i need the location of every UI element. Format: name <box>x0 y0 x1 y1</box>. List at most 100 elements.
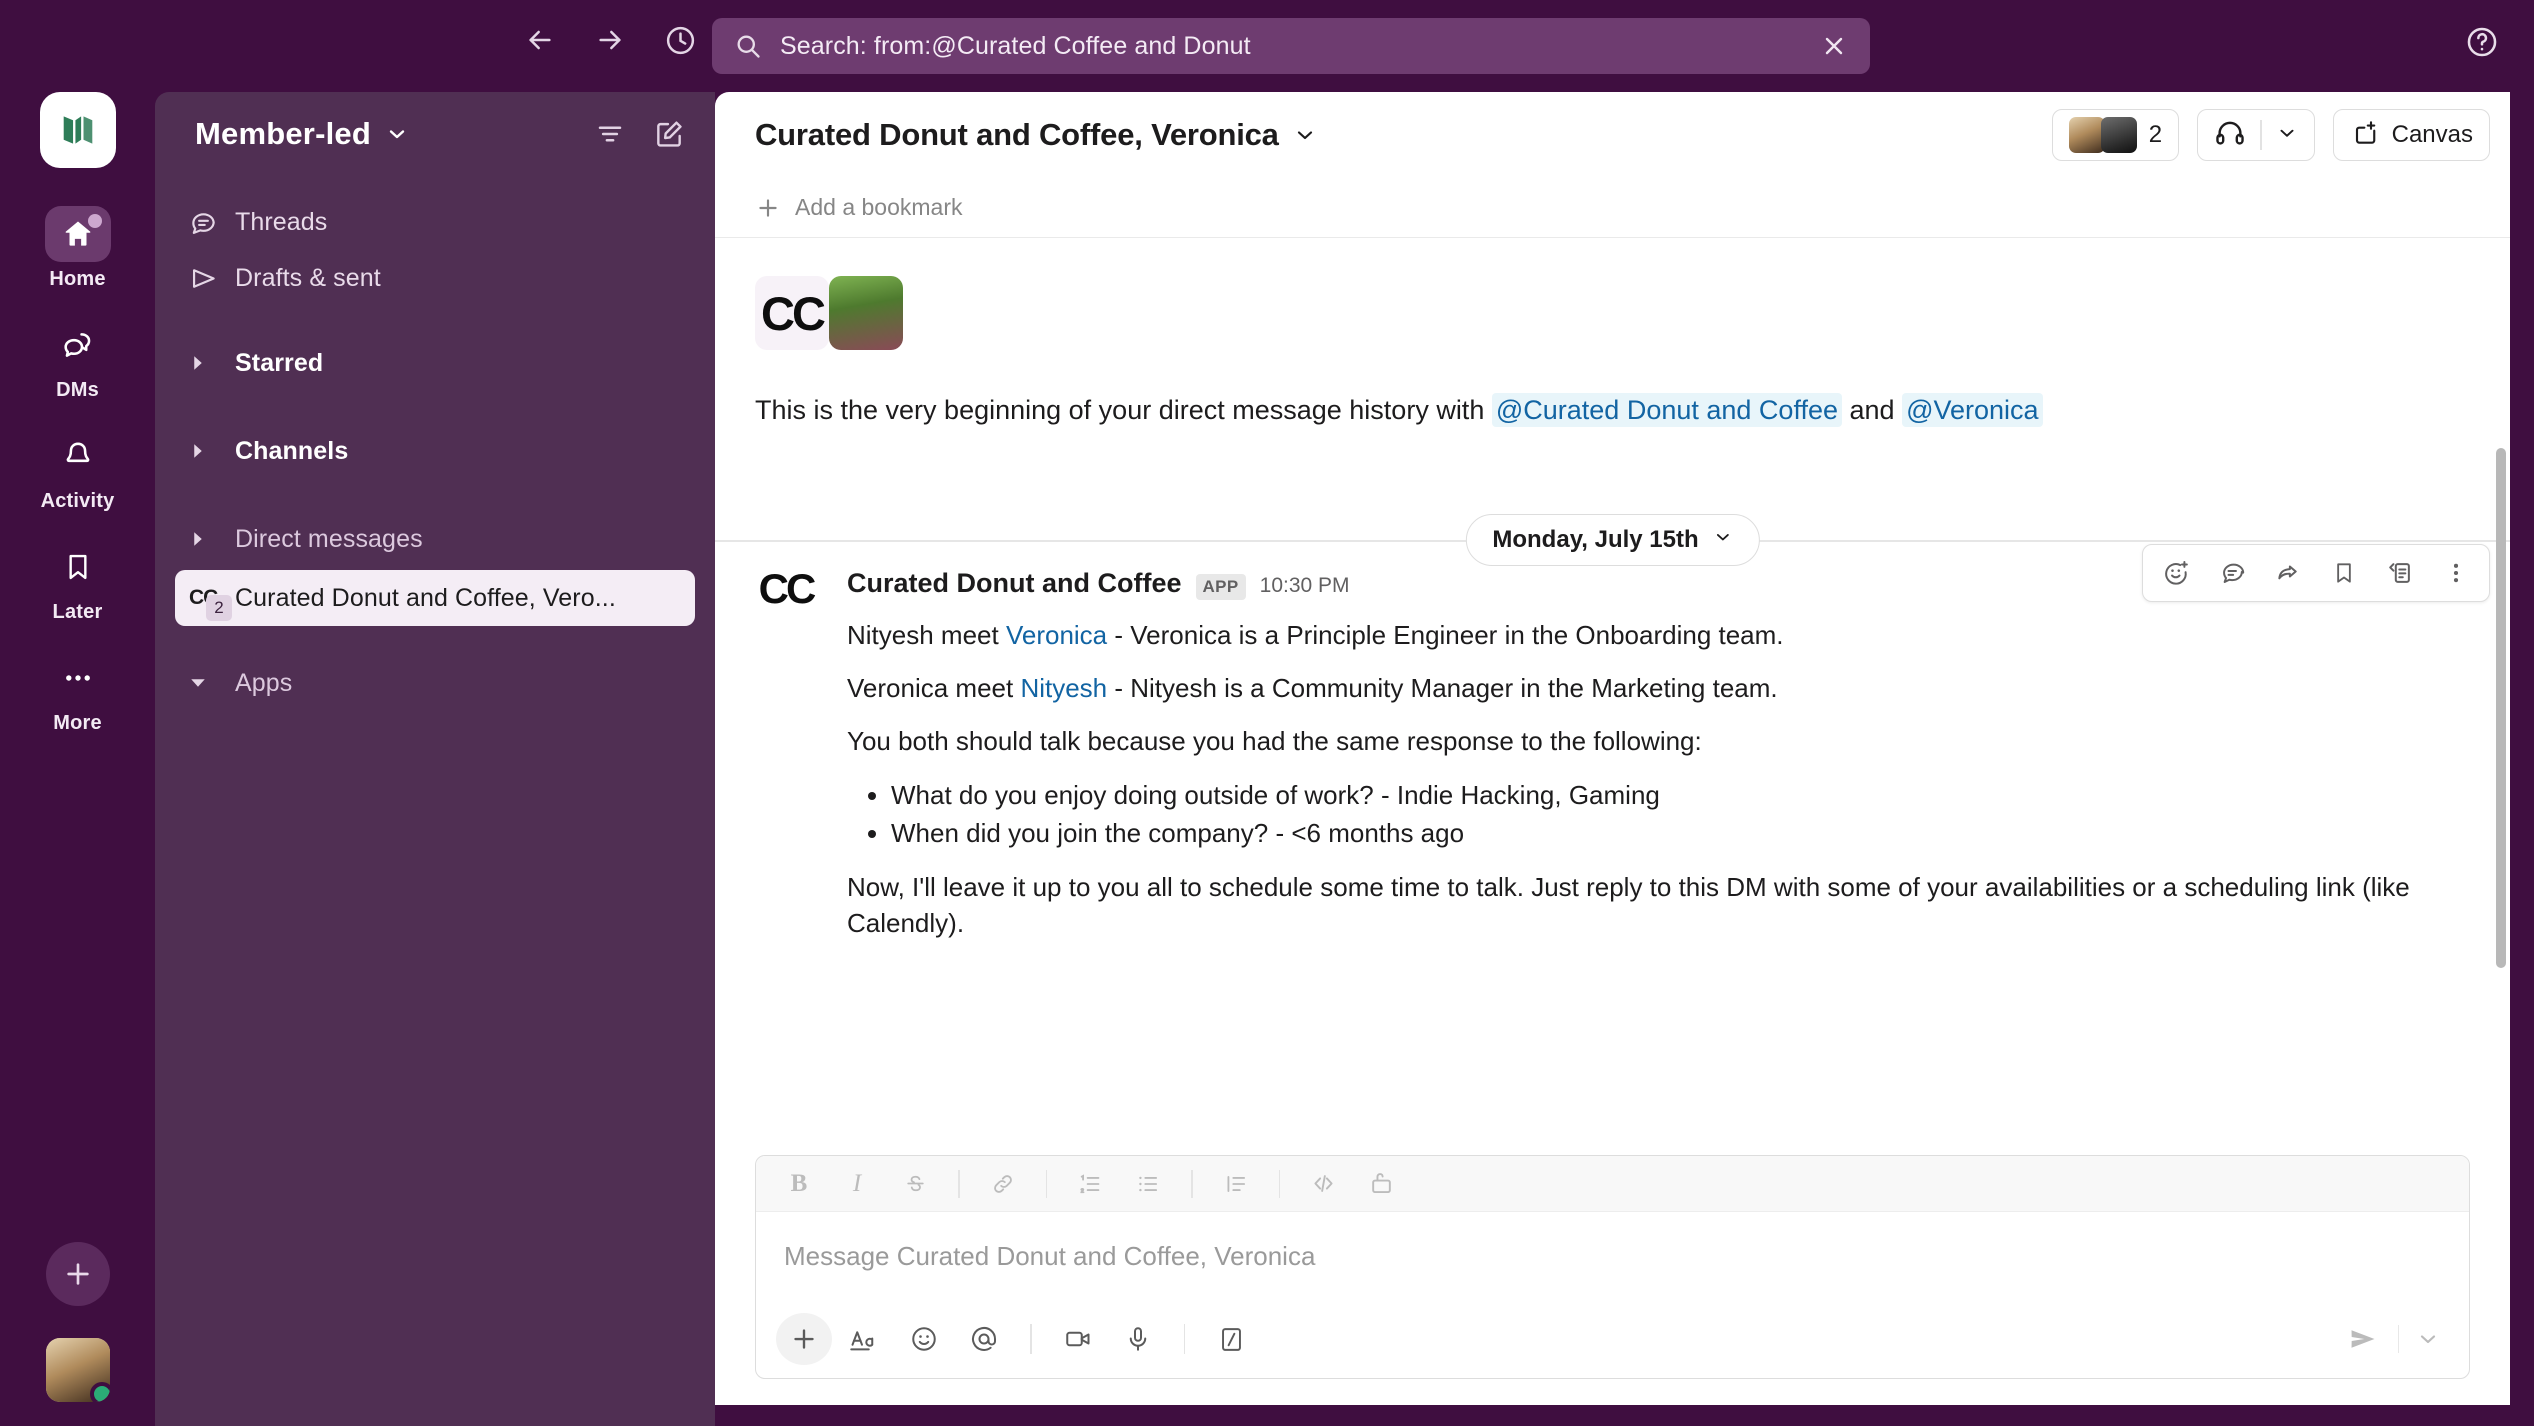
sidebar-section-starred[interactable]: Starred <box>175 332 695 394</box>
workspace-logo-icon[interactable] <box>39 92 116 168</box>
rail-bottom <box>0 1242 155 1402</box>
chevron-right-icon <box>189 442 235 460</box>
chevron-down-icon[interactable] <box>2407 1314 2449 1364</box>
filter-icon[interactable] <box>595 119 625 149</box>
user-link-nityesh[interactable]: Nityesh <box>1020 673 1107 703</box>
rail-item-label: More <box>53 712 102 734</box>
huddle-button[interactable] <box>2197 109 2315 161</box>
reply-in-thread-icon[interactable] <box>2207 550 2257 596</box>
back-icon[interactable] <box>520 20 560 60</box>
sidebar-header: Member-led <box>155 92 715 176</box>
link-icon[interactable] <box>976 1162 1030 1206</box>
code-icon[interactable] <box>1296 1162 1350 1206</box>
conversation-intro: CC This is the very beginning of your di… <box>715 238 2510 430</box>
sidebar-section-direct-messages[interactable]: Direct messages <box>175 508 695 570</box>
workspace-name[interactable]: Member-led <box>195 116 371 152</box>
mic-icon[interactable] <box>1110 1313 1166 1365</box>
slash-command-icon[interactable] <box>1203 1313 1259 1365</box>
message-hover-toolbar <box>2142 543 2490 602</box>
rail-items: Home DMs Activity Later More <box>30 206 126 735</box>
ordered-list-icon[interactable] <box>1063 1162 1117 1206</box>
sidebar-item-dm-curated-donut-and-coffee-veronica[interactable]: CC 2 Curated Donut and Coffee, Vero... <box>175 570 695 626</box>
video-icon[interactable] <box>1050 1313 1106 1365</box>
chevron-down-icon[interactable] <box>1293 123 1317 147</box>
close-icon[interactable] <box>1820 32 1848 60</box>
intro-text-prefix: This is the very beginning of your direc… <box>755 395 1485 425</box>
rail-item-home[interactable]: Home <box>30 206 126 291</box>
emoji-icon[interactable] <box>896 1313 952 1365</box>
formatting-icon[interactable] <box>836 1313 892 1365</box>
message-paragraph-4: Now, I'll leave it up to you all to sche… <box>847 872 2410 938</box>
italic-icon[interactable]: I <box>830 1162 884 1206</box>
create-new-button[interactable] <box>45 1242 110 1306</box>
text: - Veronica is a Principle Engineer in th… <box>1107 619 1784 650</box>
save-for-later-icon[interactable] <box>2319 550 2369 596</box>
strikethrough-icon[interactable] <box>888 1162 942 1206</box>
slack-window: Search: from:@Curated Coffee and Donut H… <box>0 0 2534 1426</box>
sidebar-section-apps[interactable]: Apps <box>175 652 695 714</box>
list-item: What do you enjoy doing outside of work?… <box>891 777 2470 815</box>
forward-icon[interactable] <box>590 20 630 60</box>
message-body: Curated Donut and Coffee APP 10:30 PM Ni… <box>847 568 2470 941</box>
mention-veronica[interactable]: @Veronica <box>1902 393 2043 427</box>
more-actions-icon[interactable] <box>2431 550 2481 596</box>
clock-icon[interactable] <box>660 20 700 60</box>
divider <box>1278 1169 1280 1198</box>
avatar[interactable] <box>829 276 903 350</box>
sidebar-item-threads[interactable]: Threads <box>175 194 695 250</box>
add-bookmark-label: Add a bookmark <box>795 194 963 220</box>
rail-item-more[interactable]: More <box>30 650 126 735</box>
search-input[interactable]: Search: from:@Curated Coffee and Donut <box>780 32 1820 61</box>
plus-icon[interactable] <box>776 1313 832 1365</box>
message-timestamp[interactable]: 10:30 PM <box>1260 574 1350 598</box>
dm-avatar-group: CC 2 <box>189 586 235 621</box>
page-title[interactable]: Curated Donut and Coffee, Veronica <box>755 117 1279 153</box>
add-to-list-icon[interactable] <box>2375 550 2425 596</box>
members-button[interactable]: 2 <box>2051 109 2180 161</box>
sidebar-section-channels[interactable]: Channels <box>175 420 695 482</box>
text: Veronica meet <box>847 672 1021 703</box>
canvas-button[interactable]: Canvas <box>2332 109 2490 161</box>
rail-item-activity[interactable]: Activity <box>30 428 126 513</box>
avatar <box>2100 117 2137 153</box>
add-reaction-icon[interactable] <box>2151 550 2201 596</box>
message-input[interactable]: Message Curated Donut and Coffee, Veroni… <box>756 1212 2469 1300</box>
top-bar: Search: from:@Curated Coffee and Donut <box>0 0 2534 92</box>
avatar[interactable]: CC <box>755 564 817 630</box>
chevron-down-icon[interactable] <box>2276 122 2298 149</box>
member-count: 2 <box>2148 121 2163 148</box>
chevron-down-icon[interactable] <box>385 122 409 146</box>
divider <box>1191 1169 1193 1198</box>
message-sender[interactable]: Curated Donut and Coffee <box>847 568 1182 599</box>
avatar <box>2068 117 2105 153</box>
compose-icon[interactable] <box>653 118 685 150</box>
search-icon <box>734 32 762 60</box>
bulleted-list-icon[interactable] <box>1121 1162 1175 1206</box>
help-icon[interactable] <box>2454 14 2510 70</box>
avatar[interactable] <box>45 1338 110 1402</box>
code-block-icon[interactable] <box>1354 1162 1408 1206</box>
unread-badge-dot <box>87 214 102 228</box>
user-link-veronica[interactable]: Veronica <box>1006 620 1107 650</box>
sidebar-item-drafts-and-sent[interactable]: Drafts & sent <box>175 250 695 306</box>
add-bookmark-button[interactable]: Add a bookmark <box>755 194 962 221</box>
divider <box>2260 120 2262 150</box>
sidebar-section-label: Direct messages <box>235 524 423 553</box>
search-bar[interactable]: Search: from:@Curated Coffee and Donut <box>712 18 1870 74</box>
text: Nityesh meet <box>847 619 1006 650</box>
mention-icon[interactable] <box>956 1313 1012 1365</box>
message: CC Curated Donut and Coffee APP 10:30 PM… <box>715 542 2510 941</box>
rail-item-dms[interactable]: DMs <box>30 317 126 402</box>
avatar-initials: CC <box>758 564 817 612</box>
mention-curated-donut-and-coffee[interactable]: @Curated Donut and Coffee <box>1491 393 1842 427</box>
forward-icon[interactable] <box>2263 550 2313 596</box>
blockquote-icon[interactable] <box>1209 1162 1263 1206</box>
message-paragraph-3: You both should talk because you had the… <box>847 725 1702 756</box>
rail-item-later[interactable]: Later <box>30 539 126 624</box>
bold-icon[interactable]: B <box>772 1162 826 1206</box>
sidebar-item-label: Threads <box>235 207 328 236</box>
message-paragraph-2: Veronica meet Nityesh - Nityesh is a Com… <box>847 671 2470 706</box>
scrollbar[interactable] <box>2496 448 2506 968</box>
avatar[interactable]: CC <box>755 276 829 350</box>
send-button[interactable] <box>2336 1314 2390 1364</box>
